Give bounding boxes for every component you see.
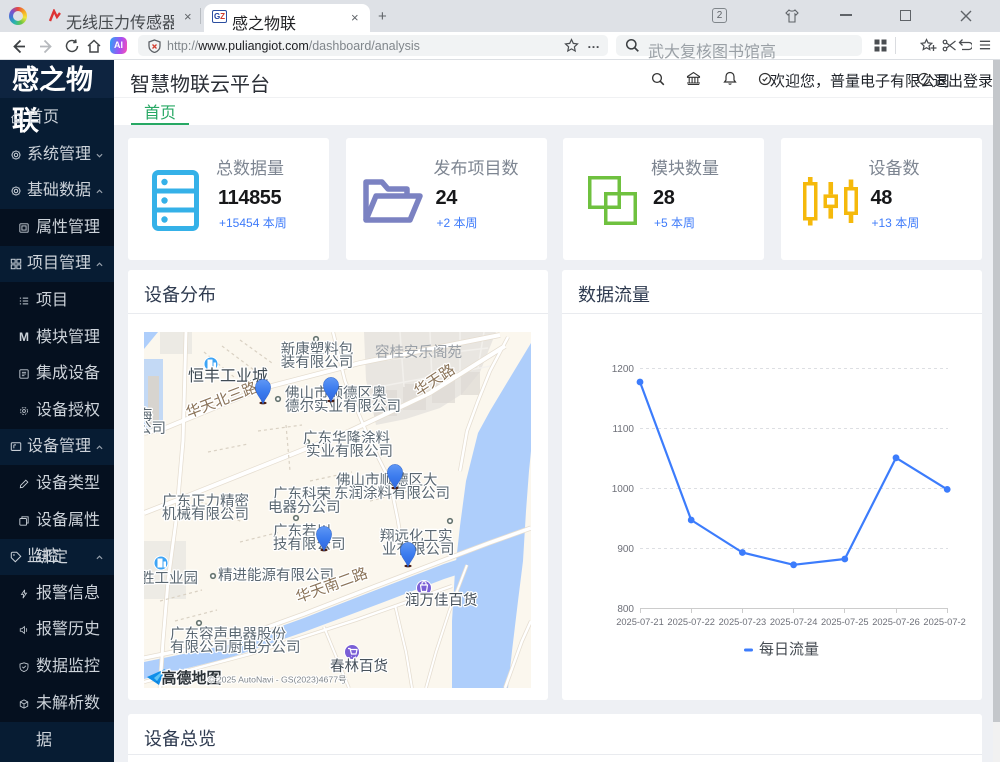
svg-text:业有限公司: 业有限公司 [382, 541, 455, 558]
svg-text:装有限公司: 装有限公司 [281, 354, 354, 371]
svg-text:技有限公司: 技有限公司 [273, 536, 346, 553]
svg-text:© 2025 AutoNavi - GS(2023)4677: © 2025 AutoNavi - GS(2023)4677号 [208, 675, 347, 685]
svg-text:机械有限公司: 机械有限公司 [162, 506, 249, 523]
svg-text:2025-07-27: 2025-07-27 [923, 617, 971, 627]
svg-text:2025-07-21: 2025-07-21 [616, 617, 664, 627]
svg-text:胜工业园: 胜工业园 [144, 570, 198, 587]
svg-text:1200: 1200 [612, 364, 635, 375]
svg-text:2025-07-22: 2025-07-22 [667, 617, 715, 627]
svg-text:德尔实业有限公司: 德尔实业有限公司 [285, 398, 401, 415]
svg-text:公司: 公司 [144, 421, 166, 437]
svg-text:春林百货: 春林百货 [330, 658, 388, 675]
svg-text:1100: 1100 [612, 424, 634, 435]
svg-text:润万佳百货: 润万佳百货 [405, 592, 478, 609]
svg-text:电器分公司: 电器分公司 [268, 499, 341, 516]
svg-text:每日流量: 每日流量 [759, 641, 819, 658]
svg-text:2025-07-23: 2025-07-23 [719, 617, 767, 627]
svg-text:800: 800 [617, 604, 634, 615]
svg-text:2025-07-25: 2025-07-25 [821, 617, 869, 627]
svg-text:1000: 1000 [612, 484, 635, 495]
svg-text:恒丰工业城: 恒丰工业城 [188, 367, 268, 385]
svg-text:容桂安乐阁苑: 容桂安乐阁苑 [375, 344, 462, 361]
svg-text:2025-07-26: 2025-07-26 [872, 617, 920, 627]
svg-text:2025-07-24: 2025-07-24 [770, 617, 818, 627]
svg-text:实业有限公司: 实业有限公司 [306, 443, 393, 460]
svg-text:有限公司厨电分公司: 有限公司厨电分公司 [170, 639, 301, 656]
svg-text:900: 900 [617, 544, 634, 555]
